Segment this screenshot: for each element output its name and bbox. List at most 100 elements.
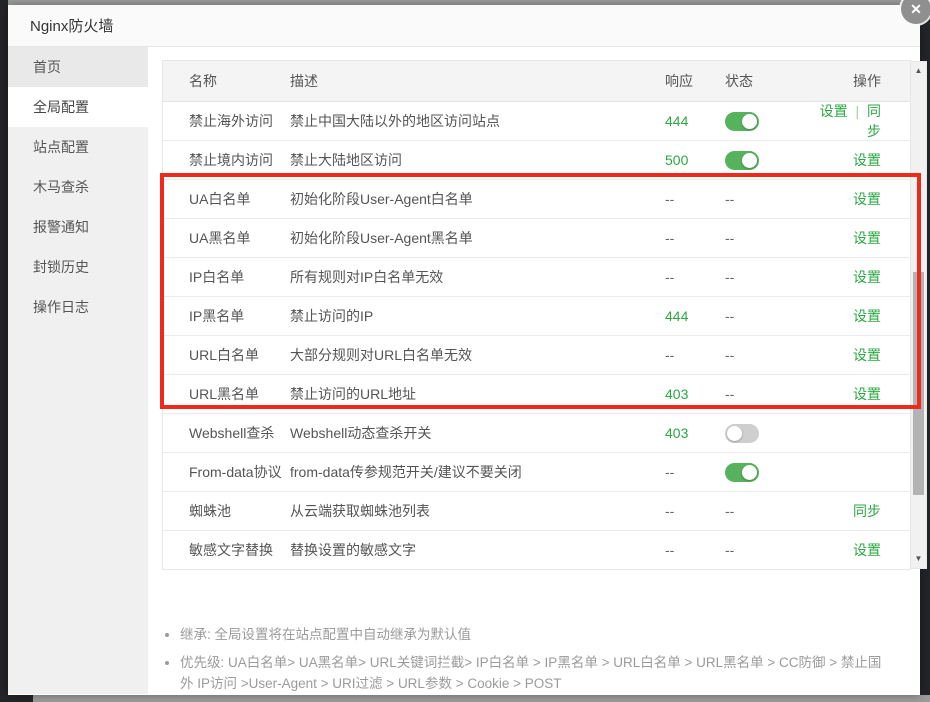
table-row: Webshell查杀Webshell动态查杀开关403 [163,414,910,453]
rule-name: From-data协议 [163,462,290,482]
status-toggle-on[interactable] [725,463,759,482]
rule-response: -- [665,230,725,246]
response-code: -- [665,503,674,519]
sidebar-item[interactable]: 操作日志 [8,287,148,327]
rule-status [725,151,810,170]
rule-response: -- [665,464,725,480]
status-empty: -- [725,269,734,285]
action-link[interactable]: 设置 [853,386,881,402]
status-toggle-on[interactable] [725,151,759,170]
sidebar: 首页全局配置站点配置木马查杀报警通知封锁历史操作日志 [8,47,148,694]
toggle-knob [742,465,757,480]
rule-desc: 禁止访问的IP [290,306,665,326]
rule-name: IP白名单 [163,267,290,287]
header-resp: 响应 [665,71,725,91]
table-row: 蜘蛛池从云端获取蜘蛛池列表----同步 [163,492,910,531]
status-empty: -- [725,503,734,519]
rule-response: -- [665,269,725,285]
rule-actions: 设置 [810,306,910,326]
status-empty: -- [725,386,734,402]
toggle-knob [742,153,757,168]
rule-desc: 大部分规则对URL白名单无效 [290,345,665,365]
rule-response: 403 [665,425,725,441]
status-empty: -- [725,230,734,246]
note-priority: 优先级: UA白名单> UA黑名单> URL关键词拦截> IP白名单 > IP黑… [180,652,890,694]
status-empty: -- [725,308,734,324]
rule-status [725,424,810,443]
status-toggle-on[interactable] [725,112,759,131]
rule-response: -- [665,191,725,207]
action-link[interactable]: 设置 [853,191,881,207]
table-row: UA白名单初始化阶段User-Agent白名单----设置 [163,180,910,219]
status-empty: -- [725,191,734,207]
status-empty: -- [725,347,734,363]
sidebar-item[interactable]: 封锁历史 [8,247,148,287]
rule-name: Webshell查杀 [163,423,290,443]
rule-status: -- [725,503,810,519]
action-link[interactable]: 设置 [853,230,881,246]
action-link[interactable]: 同步 [853,503,881,519]
rule-actions: 设置 [810,540,910,560]
rule-status: -- [725,269,810,285]
sidebar-item[interactable]: 全局配置 [8,87,148,127]
rule-name: UA黑名单 [163,228,290,248]
action-link[interactable]: 设置 [853,542,881,558]
close-icon: ✕ [910,1,922,17]
scroll-down-icon[interactable]: ▼ [911,552,926,566]
rule-status: -- [725,542,810,558]
main-panel: 名称 描述 响应 状态 操作 禁止海外访问禁止中国大陆以外的地区访问站点444 设… [148,47,920,694]
action-link[interactable]: 设置 [853,347,881,363]
rule-desc: 初始化阶段User-Agent黑名单 [290,228,665,248]
rule-desc: from-data传参规范开关/建议不要关闭 [290,462,665,482]
action-link[interactable]: 设置 [853,152,881,168]
sidebar-item[interactable]: 木马查杀 [8,167,148,207]
close-button[interactable]: ✕ [901,0,930,24]
status-toggle-off[interactable] [725,424,759,443]
action-link[interactable]: 同步 [867,103,881,139]
rule-status: -- [725,230,810,246]
modal-titlebar: Nginx防火墙 [8,5,920,47]
table-row: 禁止境内访问禁止大陆地区访问500 设置 [163,141,910,180]
rule-actions: 设置 [810,189,910,209]
rule-response: -- [665,347,725,363]
response-code: -- [665,464,674,480]
header-name: 名称 [163,71,290,91]
rule-response: -- [665,503,725,519]
rule-name: URL黑名单 [163,384,290,404]
rule-actions: 设置 | 同步 [810,101,910,141]
status-empty: -- [725,542,734,558]
rule-name: UA白名单 [163,189,290,209]
table-scrollbar[interactable]: ▲ ▼ [911,61,927,569]
scroll-up-icon[interactable]: ▲ [911,64,926,78]
rule-response: 444 [665,113,725,129]
config-table: 名称 描述 响应 状态 操作 禁止海外访问禁止中国大陆以外的地区访问站点444 设… [162,60,911,570]
action-link[interactable]: 设置 [820,103,848,119]
table-row: URL白名单大部分规则对URL白名单无效----设置 [163,336,910,375]
rule-name: 禁止海外访问 [163,111,290,131]
rule-response: -- [665,542,725,558]
response-code: -- [665,191,674,207]
table-row: From-data协议from-data传参规范开关/建议不要关闭-- [163,453,910,492]
page-background-bottom [33,695,930,702]
sidebar-item[interactable]: 站点配置 [8,127,148,167]
response-code: 500 [665,152,688,168]
action-link[interactable]: 设置 [853,269,881,285]
rule-desc: 从云端获取蜘蛛池列表 [290,501,665,521]
rule-desc: 替换设置的敏感文字 [290,540,665,560]
rule-desc: 禁止中国大陆以外的地区访问站点 [290,111,665,131]
sidebar-item[interactable]: 首页 [8,47,148,87]
rule-desc: Webshell动态查杀开关 [290,423,665,443]
table-header-row: 名称 描述 响应 状态 操作 [163,61,910,102]
response-code: -- [665,542,674,558]
rule-name: IP黑名单 [163,306,290,326]
nginx-firewall-modal: ✕ Nginx防火墙 首页全局配置站点配置木马查杀报警通知封锁历史操作日志 名称… [8,5,920,695]
header-action: 操作 [810,71,910,91]
action-link[interactable]: 设置 [853,308,881,324]
scrollbar-thumb[interactable] [913,272,924,495]
rule-actions: 同步 [810,501,910,521]
rule-status: -- [725,308,810,324]
rule-desc: 禁止大陆地区访问 [290,150,665,170]
rule-name: 禁止境内访问 [163,150,290,170]
sidebar-item[interactable]: 报警通知 [8,207,148,247]
rule-desc: 所有规则对IP白名单无效 [290,267,665,287]
